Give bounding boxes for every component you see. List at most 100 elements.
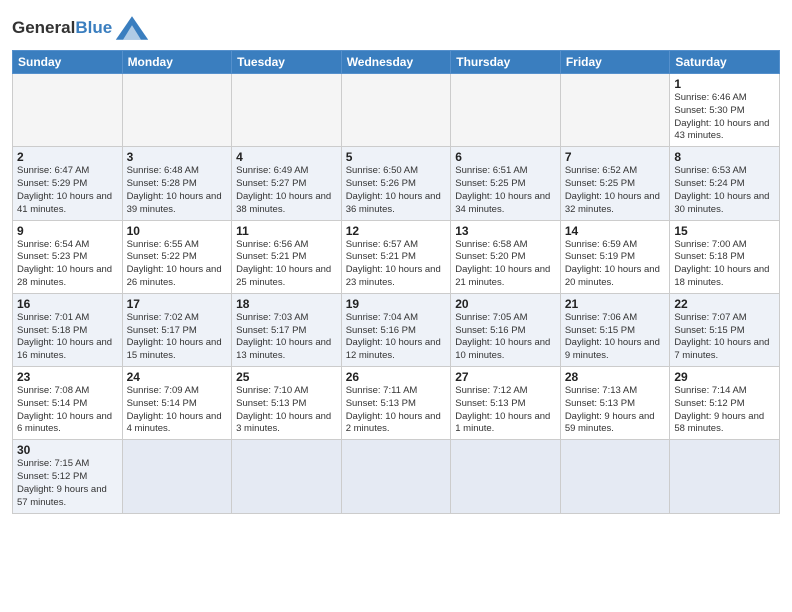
day-info-9: Sunrise: 6:54 AMSunset: 5:23 PMDaylight:… — [17, 239, 118, 290]
day-info-28: Sunrise: 7:13 AMSunset: 5:13 PMDaylight:… — [565, 385, 666, 436]
day-number-30: 30 — [17, 443, 118, 457]
day-info-10: Sunrise: 6:55 AMSunset: 5:22 PMDaylight:… — [127, 239, 228, 290]
day-cell-30: 30Sunrise: 7:15 AMSunset: 5:12 PMDayligh… — [13, 440, 123, 513]
day-cell-10: 10Sunrise: 6:55 AMSunset: 5:22 PMDayligh… — [122, 220, 232, 293]
day-number-15: 15 — [674, 224, 775, 238]
day-number-9: 9 — [17, 224, 118, 238]
day-number-23: 23 — [17, 370, 118, 384]
day-cell-3: 3Sunrise: 6:48 AMSunset: 5:28 PMDaylight… — [122, 147, 232, 220]
day-info-5: Sunrise: 6:50 AMSunset: 5:26 PMDaylight:… — [346, 165, 447, 216]
day-cell-23: 23Sunrise: 7:08 AMSunset: 5:14 PMDayligh… — [13, 367, 123, 440]
day-cell-28: 28Sunrise: 7:13 AMSunset: 5:13 PMDayligh… — [560, 367, 670, 440]
day-cell-5: 5Sunrise: 6:50 AMSunset: 5:26 PMDaylight… — [341, 147, 451, 220]
day-info-7: Sunrise: 6:52 AMSunset: 5:25 PMDaylight:… — [565, 165, 666, 216]
day-number-28: 28 — [565, 370, 666, 384]
day-number-3: 3 — [127, 150, 228, 164]
day-cell-26: 26Sunrise: 7:11 AMSunset: 5:13 PMDayligh… — [341, 367, 451, 440]
header-wednesday: Wednesday — [341, 51, 451, 74]
day-info-13: Sunrise: 6:58 AMSunset: 5:20 PMDaylight:… — [455, 239, 556, 290]
day-number-4: 4 — [236, 150, 337, 164]
day-cell-16: 16Sunrise: 7:01 AMSunset: 5:18 PMDayligh… — [13, 293, 123, 366]
day-number-20: 20 — [455, 297, 556, 311]
day-number-10: 10 — [127, 224, 228, 238]
empty-cell — [451, 440, 561, 513]
day-info-23: Sunrise: 7:08 AMSunset: 5:14 PMDaylight:… — [17, 385, 118, 436]
header-tuesday: Tuesday — [232, 51, 342, 74]
empty-cell — [232, 440, 342, 513]
day-info-17: Sunrise: 7:02 AMSunset: 5:17 PMDaylight:… — [127, 312, 228, 363]
empty-cell — [341, 440, 451, 513]
day-info-27: Sunrise: 7:12 AMSunset: 5:13 PMDaylight:… — [455, 385, 556, 436]
day-number-14: 14 — [565, 224, 666, 238]
day-number-17: 17 — [127, 297, 228, 311]
day-cell-17: 17Sunrise: 7:02 AMSunset: 5:17 PMDayligh… — [122, 293, 232, 366]
day-info-20: Sunrise: 7:05 AMSunset: 5:16 PMDaylight:… — [455, 312, 556, 363]
day-info-12: Sunrise: 6:57 AMSunset: 5:21 PMDaylight:… — [346, 239, 447, 290]
day-number-5: 5 — [346, 150, 447, 164]
day-cell-22: 22Sunrise: 7:07 AMSunset: 5:15 PMDayligh… — [670, 293, 780, 366]
day-cell-18: 18Sunrise: 7:03 AMSunset: 5:17 PMDayligh… — [232, 293, 342, 366]
day-cell-27: 27Sunrise: 7:12 AMSunset: 5:13 PMDayligh… — [451, 367, 561, 440]
day-cell-24: 24Sunrise: 7:09 AMSunset: 5:14 PMDayligh… — [122, 367, 232, 440]
day-number-13: 13 — [455, 224, 556, 238]
header-monday: Monday — [122, 51, 232, 74]
day-info-25: Sunrise: 7:10 AMSunset: 5:13 PMDaylight:… — [236, 385, 337, 436]
day-number-16: 16 — [17, 297, 118, 311]
day-number-11: 11 — [236, 224, 337, 238]
empty-cell — [670, 440, 780, 513]
header-friday: Friday — [560, 51, 670, 74]
day-info-3: Sunrise: 6:48 AMSunset: 5:28 PMDaylight:… — [127, 165, 228, 216]
day-cell-19: 19Sunrise: 7:04 AMSunset: 5:16 PMDayligh… — [341, 293, 451, 366]
header-saturday: Saturday — [670, 51, 780, 74]
day-info-19: Sunrise: 7:04 AMSunset: 5:16 PMDaylight:… — [346, 312, 447, 363]
header-thursday: Thursday — [451, 51, 561, 74]
day-cell-29: 29Sunrise: 7:14 AMSunset: 5:12 PMDayligh… — [670, 367, 780, 440]
day-number-22: 22 — [674, 297, 775, 311]
day-cell-1: 1Sunrise: 6:46 AMSunset: 5:30 PMDaylight… — [670, 74, 780, 147]
day-info-16: Sunrise: 7:01 AMSunset: 5:18 PMDaylight:… — [17, 312, 118, 363]
day-number-2: 2 — [17, 150, 118, 164]
day-number-26: 26 — [346, 370, 447, 384]
empty-cell — [560, 74, 670, 147]
page: GeneralBlue Sunday Monday Tuesday Wednes… — [0, 0, 792, 612]
calendar-week-4: 16Sunrise: 7:01 AMSunset: 5:18 PMDayligh… — [13, 293, 780, 366]
calendar-week-6: 30Sunrise: 7:15 AMSunset: 5:12 PMDayligh… — [13, 440, 780, 513]
day-info-8: Sunrise: 6:53 AMSunset: 5:24 PMDaylight:… — [674, 165, 775, 216]
day-info-2: Sunrise: 6:47 AMSunset: 5:29 PMDaylight:… — [17, 165, 118, 216]
day-info-11: Sunrise: 6:56 AMSunset: 5:21 PMDaylight:… — [236, 239, 337, 290]
empty-cell — [341, 74, 451, 147]
empty-cell — [560, 440, 670, 513]
day-info-14: Sunrise: 6:59 AMSunset: 5:19 PMDaylight:… — [565, 239, 666, 290]
day-number-24: 24 — [127, 370, 228, 384]
day-cell-6: 6Sunrise: 6:51 AMSunset: 5:25 PMDaylight… — [451, 147, 561, 220]
day-cell-7: 7Sunrise: 6:52 AMSunset: 5:25 PMDaylight… — [560, 147, 670, 220]
day-number-1: 1 — [674, 77, 775, 91]
day-number-7: 7 — [565, 150, 666, 164]
day-cell-4: 4Sunrise: 6:49 AMSunset: 5:27 PMDaylight… — [232, 147, 342, 220]
day-info-4: Sunrise: 6:49 AMSunset: 5:27 PMDaylight:… — [236, 165, 337, 216]
day-cell-13: 13Sunrise: 6:58 AMSunset: 5:20 PMDayligh… — [451, 220, 561, 293]
day-cell-12: 12Sunrise: 6:57 AMSunset: 5:21 PMDayligh… — [341, 220, 451, 293]
empty-cell — [122, 440, 232, 513]
empty-cell — [232, 74, 342, 147]
day-number-29: 29 — [674, 370, 775, 384]
empty-cell — [451, 74, 561, 147]
day-number-27: 27 — [455, 370, 556, 384]
day-info-24: Sunrise: 7:09 AMSunset: 5:14 PMDaylight:… — [127, 385, 228, 436]
day-info-22: Sunrise: 7:07 AMSunset: 5:15 PMDaylight:… — [674, 312, 775, 363]
calendar-week-2: 2Sunrise: 6:47 AMSunset: 5:29 PMDaylight… — [13, 147, 780, 220]
header: GeneralBlue — [12, 10, 780, 42]
day-number-25: 25 — [236, 370, 337, 384]
day-info-21: Sunrise: 7:06 AMSunset: 5:15 PMDaylight:… — [565, 312, 666, 363]
day-cell-21: 21Sunrise: 7:06 AMSunset: 5:15 PMDayligh… — [560, 293, 670, 366]
day-cell-11: 11Sunrise: 6:56 AMSunset: 5:21 PMDayligh… — [232, 220, 342, 293]
day-cell-14: 14Sunrise: 6:59 AMSunset: 5:19 PMDayligh… — [560, 220, 670, 293]
logo-text: GeneralBlue — [12, 19, 112, 38]
day-info-26: Sunrise: 7:11 AMSunset: 5:13 PMDaylight:… — [346, 385, 447, 436]
day-number-6: 6 — [455, 150, 556, 164]
header-sunday: Sunday — [13, 51, 123, 74]
day-info-6: Sunrise: 6:51 AMSunset: 5:25 PMDaylight:… — [455, 165, 556, 216]
day-info-15: Sunrise: 7:00 AMSunset: 5:18 PMDaylight:… — [674, 239, 775, 290]
day-number-12: 12 — [346, 224, 447, 238]
day-number-18: 18 — [236, 297, 337, 311]
